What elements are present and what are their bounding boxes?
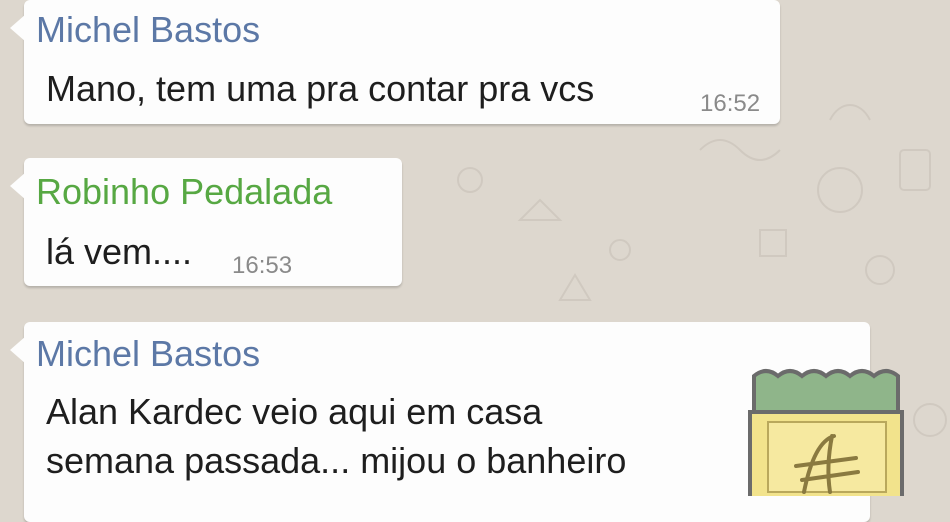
message-time: 16:52 [700,90,761,117]
message-time: 16:53 [232,252,293,279]
spirit-jar-sticker-icon [748,369,904,496]
message-bubble[interactable]: Michel Bastos Mano, tem uma pra contar p… [10,0,780,124]
message-bubble[interactable]: Robinho Pedalada lá vem.... 16:53 [10,158,402,286]
sender-name: Robinho Pedalada [36,171,333,212]
bubble-tail [10,172,26,200]
sender-name: Michel Bastos [36,9,261,50]
bubble-tail [10,336,26,364]
message-text-line-1: Alan Kardec veio aqui em casa [46,391,543,432]
sender-name: Michel Bastos [36,333,261,374]
message-text-line-2: semana passada... mijou o banheiro [46,440,627,481]
bubble-tail [10,14,26,42]
message-text: lá vem.... [46,231,193,272]
message-text: Mano, tem uma pra contar pra vcs [46,68,595,109]
